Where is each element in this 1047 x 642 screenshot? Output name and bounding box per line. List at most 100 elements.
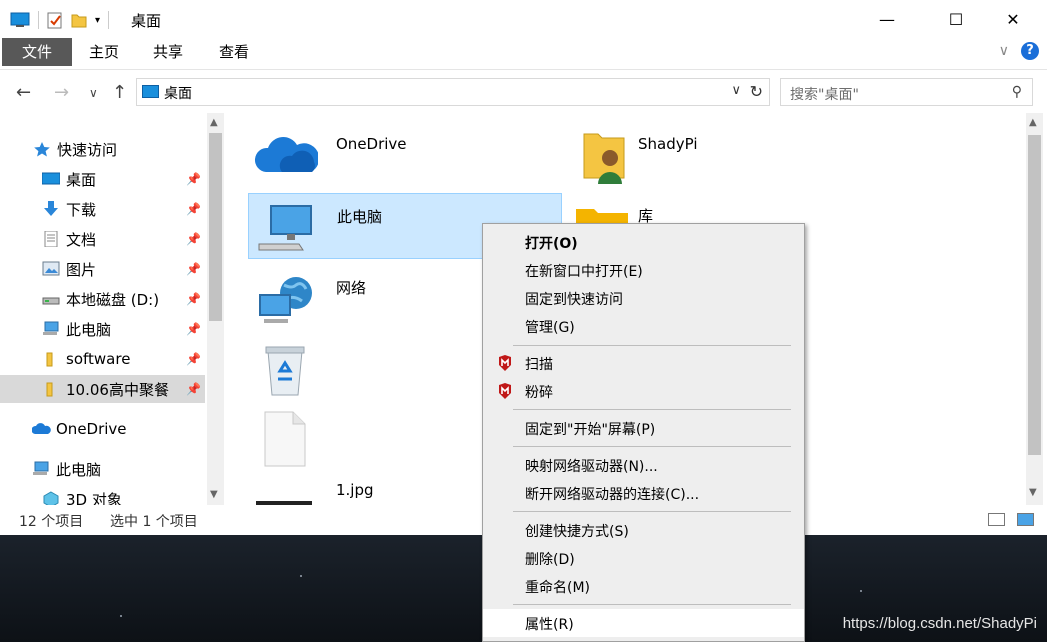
sidebar-item-label: 文档 — [66, 230, 97, 249]
sidebar-item-this-pc[interactable]: 此电脑 📌 — [0, 315, 205, 343]
desktop-icon — [10, 12, 30, 27]
pin-icon[interactable]: 📌 — [186, 202, 201, 216]
item-shadypi[interactable]: ShadyPi — [566, 122, 878, 186]
sidebar-item-documents[interactable]: 文档 📌 — [0, 225, 205, 253]
pin-icon[interactable]: 📌 — [186, 172, 201, 186]
details-view-icon[interactable] — [988, 513, 1005, 526]
new-folder-icon[interactable] — [71, 11, 87, 29]
menu-item-pin-quick-access[interactable]: 固定到快速访问 — [483, 284, 804, 312]
address-bar[interactable]: 桌面 ∨ ↻ — [136, 78, 770, 106]
sidebar-item-downloads[interactable]: 下载 📌 — [0, 195, 205, 223]
menu-item-open[interactable]: 打开(O) — [483, 228, 804, 256]
tab-view[interactable]: 查看 — [212, 38, 256, 66]
scrollbar-thumb[interactable] — [1028, 135, 1041, 455]
menu-item-delete[interactable]: 删除(D) — [483, 544, 804, 572]
expand-ribbon-icon[interactable]: ∨ — [999, 43, 1009, 59]
item-libraries[interactable]: 库 — [566, 193, 878, 223]
sidebar-item-label: 桌面 — [66, 170, 97, 189]
menu-item-label: 断开网络驱动器的连接(C)... — [525, 487, 700, 503]
menu-item-shred[interactable]: 粉碎 — [483, 377, 804, 405]
folder-icon — [42, 381, 60, 397]
sidebar-item-this-pc-root[interactable]: 此电脑 — [32, 455, 225, 483]
menu-item-open-new-window[interactable]: 在新窗口中打开(E) — [483, 256, 804, 284]
tab-file[interactable]: 文件 — [2, 38, 72, 66]
context-menu: 打开(O) 在新窗口中打开(E) 固定到快速访问 管理(G) 扫描 粉碎 固定到… — [482, 223, 805, 642]
sidebar-item-3d-objects[interactable]: 3D 对象 — [42, 485, 225, 505]
sidebar-scrollbar[interactable]: ▲ ▼ — [207, 113, 224, 505]
sidebar-item-desktop[interactable]: 桌面 📌 — [0, 165, 205, 193]
help-button[interactable]: ? — [1021, 42, 1039, 60]
menu-item-map-drive[interactable]: 映射网络驱动器(N)... — [483, 451, 804, 479]
pin-icon[interactable]: 📌 — [186, 262, 201, 276]
recent-locations-icon[interactable]: ∨ — [89, 86, 98, 100]
up-arrow-icon[interactable]: ↑ — [112, 82, 127, 103]
back-arrow-icon[interactable]: ← — [16, 82, 31, 103]
item-label: OneDrive — [336, 135, 407, 153]
scroll-down-icon[interactable]: ▼ — [1029, 487, 1037, 498]
menu-item-manage[interactable]: 管理(G) — [483, 312, 804, 340]
chevron-down-icon[interactable]: ▾ — [95, 15, 100, 26]
menu-item-pin-start[interactable]: 固定到"开始"屏幕(P) — [483, 414, 804, 442]
content-scrollbar[interactable]: ▲ ▼ — [1026, 113, 1043, 505]
sidebar-item-local-disk[interactable]: 本地磁盘 (D:) 📌 — [0, 285, 205, 313]
computer-icon — [258, 205, 312, 251]
properties-icon[interactable] — [47, 11, 63, 29]
tab-share[interactable]: 共享 — [146, 38, 190, 66]
star — [860, 590, 862, 592]
menu-item-label: 在新窗口中打开(E) — [525, 264, 643, 280]
star-icon — [33, 141, 51, 157]
item-label: 1.jpg — [336, 481, 374, 499]
menu-item-rename[interactable]: 重命名(M) — [483, 572, 804, 600]
menu-item-label: 打开(O) — [525, 236, 578, 252]
address-dropdown-icon[interactable]: ∨ — [731, 83, 741, 98]
desktop-icon — [142, 85, 159, 98]
sidebar-item-pictures[interactable]: 图片 📌 — [0, 255, 205, 283]
star — [300, 575, 302, 577]
sidebar-item-label: OneDrive — [56, 420, 127, 438]
minimize-button[interactable]: — — [864, 0, 910, 38]
library-icon — [576, 209, 628, 223]
item-onedrive[interactable]: OneDrive — [248, 122, 560, 186]
menu-item-scan[interactable]: 扫描 — [483, 349, 804, 377]
menu-separator — [513, 409, 791, 410]
sidebar-item-onedrive[interactable]: OneDrive — [31, 415, 225, 443]
pin-icon[interactable]: 📌 — [186, 382, 201, 396]
sidebar-item-folder-gathering[interactable]: 10.06高中聚餐 📌 — [0, 375, 205, 403]
pin-icon[interactable]: 📌 — [186, 322, 201, 336]
menu-item-create-shortcut[interactable]: 创建快捷方式(S) — [483, 516, 804, 544]
close-button[interactable]: ✕ — [990, 0, 1036, 38]
maximize-button[interactable]: ☐ — [933, 0, 979, 38]
network-icon — [259, 277, 312, 323]
search-box[interactable]: 搜索"桌面" ⚲ — [780, 78, 1033, 106]
user-folder-icon — [583, 133, 625, 184]
item-label: 此电脑 — [337, 208, 383, 226]
menu-separator — [513, 604, 791, 605]
sidebar-item-label: 图片 — [66, 260, 97, 279]
sidebar-item-software[interactable]: software 📌 — [0, 345, 205, 373]
pin-icon[interactable]: 📌 — [186, 352, 201, 366]
menu-item-disconnect-drive[interactable]: 断开网络驱动器的连接(C)... — [483, 479, 804, 507]
address-text: 桌面 — [164, 86, 192, 102]
sidebar-item-label: 本地磁盘 (D:) — [66, 290, 160, 309]
sidebar-item-label: 快速访问 — [57, 140, 118, 159]
sidebar-item-quick-access[interactable]: 快速访问 — [33, 135, 225, 163]
search-icon: ⚲ — [1011, 84, 1022, 100]
menu-item-label: 固定到"开始"屏幕(P) — [525, 422, 656, 438]
pin-icon[interactable]: 📌 — [186, 292, 201, 306]
picture-icon — [42, 261, 60, 277]
mcafee-icon — [499, 355, 511, 371]
menu-separator — [513, 511, 791, 512]
large-icons-view-icon[interactable] — [1017, 513, 1034, 526]
search-input[interactable]: 搜索"桌面" — [790, 84, 859, 104]
menu-item-properties[interactable]: 属性(R) — [483, 609, 804, 637]
tab-home[interactable]: 主页 — [82, 38, 126, 66]
refresh-icon[interactable]: ↻ — [750, 82, 763, 101]
forward-arrow-icon[interactable]: → — [54, 82, 69, 103]
scrollbar-thumb[interactable] — [209, 133, 222, 321]
watermark: https://blog.csdn.net/ShadyPi — [842, 615, 1037, 632]
scroll-down-icon[interactable]: ▼ — [210, 489, 218, 500]
pin-icon[interactable]: 📌 — [186, 232, 201, 246]
scroll-up-icon[interactable]: ▲ — [1029, 117, 1037, 128]
scroll-up-icon[interactable]: ▲ — [210, 117, 218, 128]
window-title: 桌面 — [131, 12, 162, 30]
